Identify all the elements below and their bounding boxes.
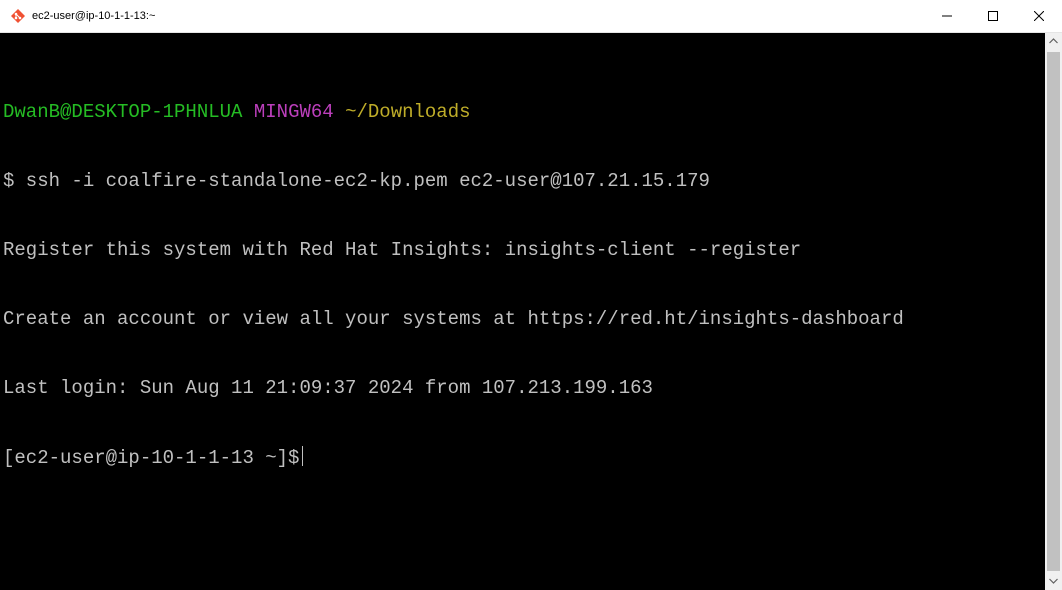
terminal-text: DwanB@DESKTOP-1PHNLUA MINGW64 ~/Download…	[3, 55, 904, 515]
window-title: ec2-user@ip-10-1-1-13:~	[32, 10, 156, 22]
chevron-down-icon	[1049, 578, 1058, 584]
text-cursor	[302, 446, 304, 466]
output-line-register: Register this system with Red Hat Insigh…	[3, 239, 802, 261]
minimize-icon	[942, 15, 952, 17]
scroll-down-button[interactable]	[1045, 573, 1062, 590]
remote-prompt: [ec2-user@ip-10-1-1-13 ~]$	[3, 447, 300, 469]
prompt-user-host: DwanB@DESKTOP-1PHNLUA	[3, 101, 243, 123]
vertical-scrollbar[interactable]	[1045, 33, 1062, 590]
git-bash-icon	[10, 8, 26, 24]
terminal-window: ec2-user@ip-10-1-1-13:~ DwanB@DESKTOP-1P…	[0, 0, 1062, 590]
terminal-output-area[interactable]: DwanB@DESKTOP-1PHNLUA MINGW64 ~/Download…	[0, 33, 1045, 590]
close-icon	[1034, 11, 1044, 21]
scroll-up-button[interactable]	[1045, 33, 1062, 50]
chevron-up-icon	[1049, 38, 1058, 44]
local-prompt-line: DwanB@DESKTOP-1PHNLUA MINGW64 ~/Download…	[3, 101, 904, 124]
maximize-icon	[988, 11, 998, 21]
prompt-path: ~/Downloads	[345, 101, 471, 123]
command-line: $ ssh -i coalfire-standalone-ec2-kp.pem …	[3, 170, 710, 192]
output-line-last-login: Last login: Sun Aug 11 21:09:37 2024 fro…	[3, 377, 653, 399]
output-line-account: Create an account or view all your syste…	[3, 308, 904, 330]
title-bar[interactable]: ec2-user@ip-10-1-1-13:~	[0, 0, 1062, 33]
remote-prompt-line: [ec2-user@ip-10-1-1-13 ~]$	[3, 446, 904, 469]
close-button[interactable]	[1016, 0, 1062, 32]
maximize-button[interactable]	[970, 0, 1016, 32]
prompt-env: MINGW64	[253, 101, 334, 123]
scroll-thumb[interactable]	[1047, 52, 1060, 571]
minimize-button[interactable]	[924, 0, 970, 32]
